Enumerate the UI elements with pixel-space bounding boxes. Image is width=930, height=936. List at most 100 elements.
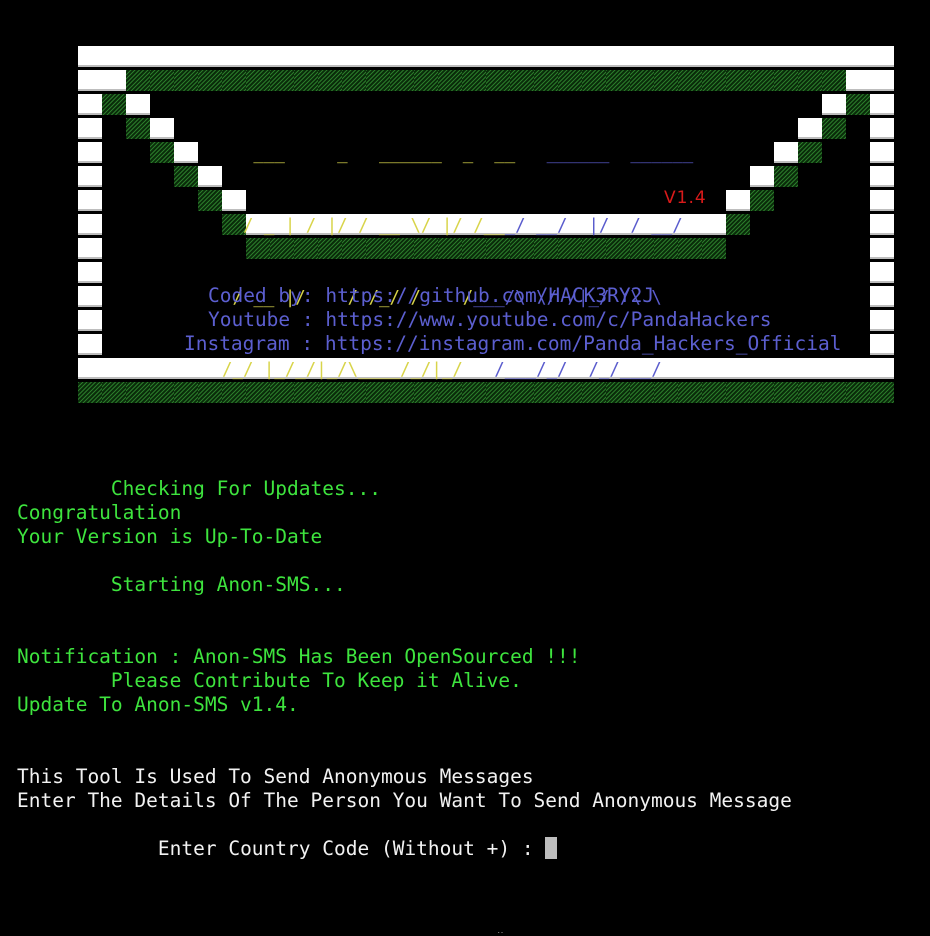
banner-block-white bbox=[870, 310, 894, 331]
banner-block-white bbox=[510, 46, 534, 67]
banner-block-green bbox=[846, 94, 870, 115]
banner-block-green bbox=[558, 70, 582, 91]
banner-block-white bbox=[846, 70, 870, 91]
banner-block-white bbox=[102, 70, 126, 91]
banner-block-green bbox=[774, 70, 798, 91]
banner-block-green bbox=[510, 70, 534, 91]
country-code-prompt-line: Enter Country Code (Without +) : bbox=[17, 813, 558, 885]
banner-block-white bbox=[534, 46, 558, 67]
banner-block-green bbox=[318, 70, 342, 91]
banner-block-white bbox=[78, 310, 102, 331]
banner-block-white bbox=[870, 70, 894, 91]
banner-block-green bbox=[630, 70, 654, 91]
terminal-window[interactable]: ___ _ ______ _ __ ______ ______ / _ | / … bbox=[0, 0, 930, 936]
banner-block-white bbox=[870, 358, 894, 379]
banner-block-green bbox=[606, 70, 630, 91]
banner-block-white bbox=[750, 166, 774, 187]
banner-block-white bbox=[870, 214, 894, 235]
banner-block-white bbox=[606, 46, 630, 67]
banner-block-white bbox=[342, 46, 366, 67]
banner-block-green bbox=[726, 382, 750, 403]
banner-block-white bbox=[78, 118, 102, 139]
banner-block-green bbox=[846, 382, 870, 403]
banner-block-white bbox=[102, 46, 126, 67]
banner-block-green bbox=[678, 70, 702, 91]
version-label: V1.4 bbox=[664, 188, 707, 208]
banner-block-white bbox=[678, 46, 702, 67]
banner-block-white bbox=[702, 46, 726, 67]
banner-block-white bbox=[582, 46, 606, 67]
banner-block-white bbox=[270, 46, 294, 67]
banner-block-white bbox=[222, 46, 246, 67]
banner-block-green bbox=[702, 70, 726, 91]
banner-block-green bbox=[726, 70, 750, 91]
update-check-line: Checking For Updates... bbox=[17, 477, 381, 500]
banner-block-green bbox=[726, 214, 750, 235]
banner-block-green bbox=[774, 166, 798, 187]
banner-block-white bbox=[558, 46, 582, 67]
banner-block-green bbox=[102, 382, 126, 403]
banner-block-white bbox=[246, 46, 270, 67]
banner-block-green bbox=[294, 70, 318, 91]
banner-block-white bbox=[822, 94, 846, 115]
banner-block-white bbox=[78, 142, 102, 163]
banner-block-white bbox=[870, 262, 894, 283]
banner-block-white bbox=[486, 46, 510, 67]
banner-block-white bbox=[78, 286, 102, 307]
banner-block-green bbox=[174, 166, 198, 187]
credit-instagram-label: Instagram : bbox=[183, 332, 325, 355]
banner-block-green bbox=[798, 382, 822, 403]
banner-block-white bbox=[870, 190, 894, 211]
banner-block-green bbox=[102, 94, 126, 115]
banner-block-green bbox=[198, 382, 222, 403]
starting-line: Starting Anon-SMS... bbox=[17, 573, 346, 596]
banner-block-white bbox=[150, 46, 174, 67]
logo-line-2: / _ | / |/ / __ \/ |/ /___/ __/ |/ / __/ bbox=[222, 216, 683, 236]
banner-block-white bbox=[78, 94, 102, 115]
banner-block-green bbox=[438, 70, 462, 91]
banner-block-white bbox=[174, 142, 198, 163]
tool-description-line: This Tool Is Used To Send Anonymous Mess… bbox=[17, 765, 534, 788]
update-to-line: Update To Anon-SMS v1.4. bbox=[17, 693, 299, 716]
banner-block-white bbox=[78, 238, 102, 259]
banner-block-white bbox=[78, 46, 102, 67]
banner-block-green bbox=[126, 70, 150, 91]
banner-block-white bbox=[726, 46, 750, 67]
country-code-prompt: Enter Country Code (Without +) : bbox=[63, 837, 546, 860]
banner-block-white bbox=[798, 46, 822, 67]
banner-block-green bbox=[822, 118, 846, 139]
banner-block-green bbox=[702, 238, 726, 259]
banner-block-white bbox=[126, 94, 150, 115]
banner-block-white bbox=[702, 214, 726, 235]
terminal-cursor[interactable] bbox=[545, 837, 558, 859]
banner-block-white bbox=[462, 46, 486, 67]
banner-block-green bbox=[78, 382, 102, 403]
credit-instagram: Instagram : https://instagram.com/Panda_… bbox=[137, 308, 841, 380]
credit-instagram-link[interactable]: https://instagram.com/Panda_Hackers_Offi… bbox=[325, 332, 842, 355]
banner-block-white bbox=[102, 358, 126, 379]
banner-block-green bbox=[198, 70, 222, 91]
banner-block-white bbox=[78, 166, 102, 187]
banner-block-white bbox=[438, 46, 462, 67]
banner-block-white bbox=[774, 46, 798, 67]
banner-block-green bbox=[774, 382, 798, 403]
banner-block-white bbox=[630, 46, 654, 67]
banner-block-white bbox=[198, 166, 222, 187]
banner-block-green bbox=[798, 70, 822, 91]
banner-block-white bbox=[414, 46, 438, 67]
banner-block-white bbox=[294, 46, 318, 67]
banner-block-green bbox=[534, 70, 558, 91]
banner-block-white bbox=[78, 334, 102, 355]
banner-block-green bbox=[462, 70, 486, 91]
banner-block-green bbox=[654, 70, 678, 91]
banner-block-white bbox=[870, 166, 894, 187]
banner-block-green bbox=[150, 70, 174, 91]
notification-line: Notification : Anon-SMS Has Been OpenSou… bbox=[17, 645, 581, 668]
banner-block-white bbox=[198, 46, 222, 67]
banner-block-white bbox=[726, 190, 750, 211]
banner-block-green bbox=[150, 382, 174, 403]
banner-block-green bbox=[486, 70, 510, 91]
banner-block-white bbox=[174, 46, 198, 67]
banner-block-white bbox=[870, 334, 894, 355]
banner-block-green bbox=[198, 190, 222, 211]
